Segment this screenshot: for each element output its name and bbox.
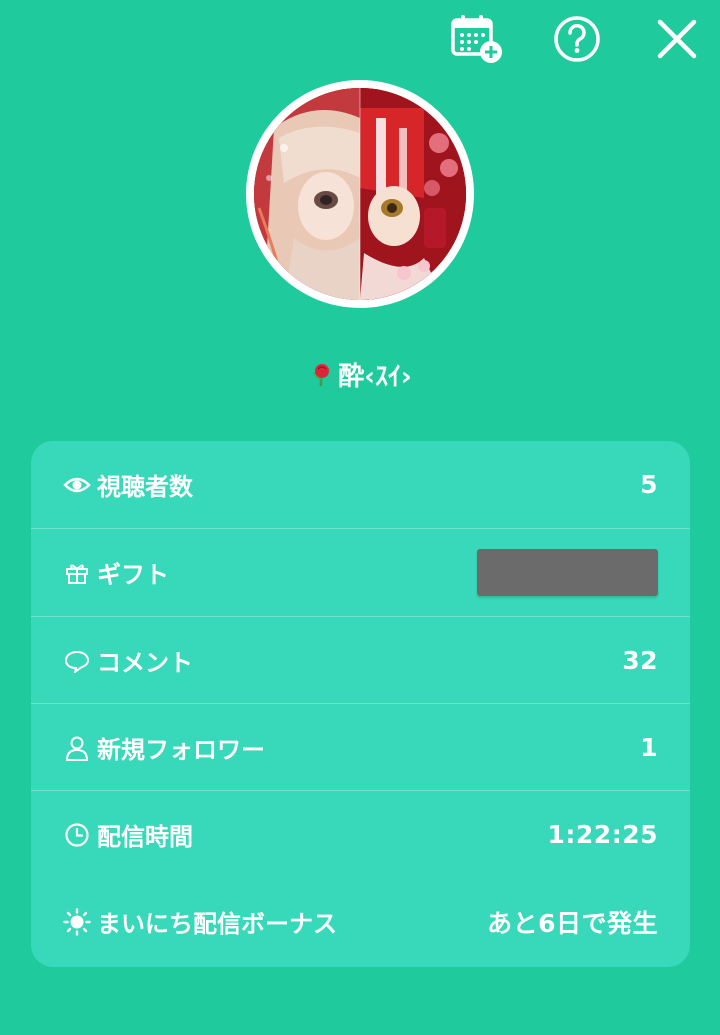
- stat-label: コメント: [97, 649, 193, 677]
- stream-summary-screen: 酔‹ｽｲ› 視聴者数 5 ギフト コメント 32 新規フォロワー 1 配信時間 …: [0, 0, 720, 1035]
- person-icon: [63, 734, 91, 762]
- stat-label: 配信時間: [97, 823, 193, 851]
- comment-icon: [63, 647, 91, 675]
- stat-row-new-followers: 新規フォロワー 1: [31, 704, 690, 791]
- close-icon[interactable]: [648, 10, 706, 68]
- stat-row-comments: コメント 32: [31, 617, 690, 704]
- stat-row-daily-bonus: まいにち配信ボーナス あと6日で発生: [31, 878, 690, 965]
- user-name-row: 酔‹ｽｲ›: [0, 356, 720, 393]
- stat-value: 1: [640, 733, 658, 762]
- clock-icon: [63, 821, 91, 849]
- stat-label: 新規フォロワー: [97, 736, 265, 764]
- avatar-image: [254, 88, 466, 300]
- help-icon[interactable]: [548, 10, 606, 68]
- avatar: [246, 80, 474, 308]
- rose-icon: [308, 362, 334, 388]
- eye-icon: [63, 471, 91, 499]
- stat-label: まいにち配信ボーナス: [97, 910, 337, 938]
- stat-value: あと6日で発生: [487, 908, 658, 938]
- redacted-gift-value: [477, 549, 658, 596]
- stat-row-gifts: ギフト: [31, 529, 690, 616]
- calendar-plus-icon[interactable]: [448, 10, 506, 68]
- stat-value: 5: [640, 470, 658, 499]
- stat-value: 32: [622, 646, 658, 675]
- stats-card: 視聴者数 5 ギフト コメント 32 新規フォロワー 1 配信時間 1:22:2…: [31, 441, 690, 967]
- sun-icon: [63, 907, 91, 936]
- gift-icon: [63, 559, 91, 587]
- stat-value: 1:22:25: [547, 820, 658, 849]
- stat-label: 視聴者数: [97, 473, 193, 501]
- stat-row-viewers: 視聴者数 5: [31, 441, 690, 528]
- user-name: 酔‹ｽｲ›: [338, 362, 412, 392]
- stat-row-stream-time: 配信時間 1:22:25: [31, 791, 690, 878]
- stat-label: ギフト: [97, 561, 169, 589]
